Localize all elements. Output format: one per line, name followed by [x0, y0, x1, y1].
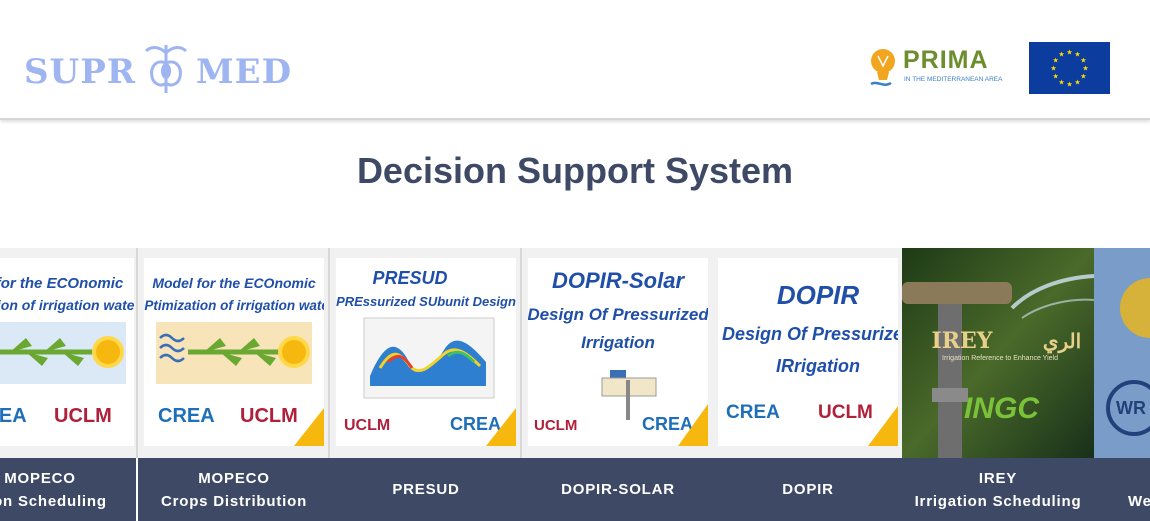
- eu-star-icon: ★: [1080, 73, 1086, 81]
- uclm-logo-text: UCLM: [818, 402, 873, 423]
- uclm-logo-text: UCLM: [54, 405, 112, 427]
- prima-wordmark: PRIMA: [903, 46, 989, 74]
- logo-text-right: MED: [196, 52, 293, 92]
- card-image-subtitle: ptimization of irrigation water: [0, 297, 134, 313]
- card-image[interactable]: IREY الري Irrigation Reference to Enhanc…: [902, 248, 1094, 458]
- card-image[interactable]: PRESUD PREssurized SUbunit Design UCLM C…: [330, 248, 522, 458]
- card-label-line1: PRESUD: [392, 481, 460, 498]
- eu-star-icon: ★: [1053, 73, 1059, 81]
- eu-star-icon: ★: [1066, 81, 1072, 89]
- eu-star-icon: ★: [1058, 51, 1064, 59]
- card-label-line1: DOPIR: [782, 481, 834, 498]
- card-dopir-solar[interactable]: DOPIR-Solar Design Of Pressurized Irriga…: [522, 248, 714, 521]
- uclm-logo-text: UCLM: [240, 405, 298, 427]
- card-presud[interactable]: PRESUD PREssurized SUbunit Design UCLM C…: [330, 248, 522, 521]
- crea-logo-text: CREA: [0, 405, 27, 427]
- card-image-title: odel for the ECOnomic: [0, 275, 124, 292]
- crea-logo-text: CREA: [642, 414, 693, 434]
- wr-logo-text: WR: [1116, 398, 1146, 418]
- eu-star-icon: ★: [1058, 78, 1064, 86]
- card-label-line2: Crops Distribution: [160, 492, 308, 510]
- card-image-title: Model for the ECOnomic: [152, 275, 316, 291]
- lightbulb-icon: [869, 48, 899, 93]
- card-image-subtitle: PREssurized SUbunit Design: [336, 294, 516, 309]
- page-title: Decision Support System: [356, 150, 794, 191]
- uclm-logo-text: UCLM: [344, 417, 390, 434]
- card-label-line1: MOPECO: [198, 469, 270, 487]
- site-header: SUPR MED PRIMA IN THE MEDITERRANEAN AREA…: [0, 0, 1150, 120]
- eu-flag-icon[interactable]: ★ ★★★★★★★★★★★: [1029, 42, 1110, 94]
- wheat-drop-icon: [142, 41, 190, 104]
- card-image-title: IREY: [931, 328, 992, 354]
- card-irey[interactable]: IREY الري Irrigation Reference to Enhanc…: [902, 248, 1094, 521]
- card-mopeco-scheduling[interactable]: odel for the ECOnomic ptimization of irr…: [0, 248, 136, 521]
- card-label[interactable]: MOPECO ation Scheduling: [0, 458, 136, 521]
- card-label-line2: ation Scheduling: [0, 492, 107, 510]
- card-image[interactable]: DOPIR-Solar Design Of Pressurized Irriga…: [522, 248, 714, 458]
- crea-logo-text: CREA: [158, 405, 215, 427]
- card-label[interactable]: PRESUD: [330, 458, 522, 521]
- prima-logo[interactable]: PRIMA IN THE MEDITERRANEAN AREA: [869, 44, 1003, 93]
- card-dopir[interactable]: DOPIR Design Of Pressurized IRrigation C…: [712, 248, 904, 521]
- card-image[interactable]: odel for the ECOnomic ptimization of irr…: [0, 248, 136, 458]
- card-image[interactable]: DOPIR Design Of Pressurized IRrigation C…: [712, 248, 904, 458]
- card-image[interactable]: Model for the ECOnomic OPtimization of i…: [138, 248, 330, 458]
- card-image-subtitle-2: Irrigation: [581, 333, 655, 352]
- card-image-arabic-title: الري: [1043, 331, 1081, 354]
- card-label[interactable]: MOPECO Crops Distribution: [138, 458, 330, 521]
- logo-text-left: SUPR: [24, 52, 137, 92]
- card-label-line1: DOPIR-SOLAR: [561, 481, 675, 498]
- card-image-subtitle: OPtimization of irrigation water: [144, 298, 324, 313]
- card-partial-right[interactable]: WR We: [1094, 248, 1150, 521]
- card-image-title: PRESUD: [372, 268, 447, 288]
- card-image-subtitle-2: IRrigation: [776, 356, 860, 376]
- card-mopeco-crops[interactable]: Model for the ECOnomic OPtimization of i…: [138, 248, 330, 521]
- eu-star-icon: ★: [1080, 57, 1086, 65]
- irrigation-sprinkler-photo: IREY الري Irrigation Reference to Enhanc…: [902, 248, 1094, 458]
- card-image-title: DOPIR-Solar: [552, 268, 685, 293]
- card-label[interactable]: IREY Irrigation Scheduling: [902, 458, 1094, 521]
- card-label[interactable]: DOPIR: [712, 458, 904, 521]
- card-image[interactable]: WR: [1094, 248, 1150, 458]
- card-image-subtitle: Design Of Pressurized: [722, 324, 898, 344]
- card-image-tagline: Irrigation Reference to Enhance Yield: [942, 355, 1058, 362]
- card-label[interactable]: DOPIR-SOLAR: [522, 458, 714, 521]
- card-label[interactable]: We: [1094, 458, 1150, 521]
- card-label-line1: IREY: [978, 469, 1018, 487]
- crea-logo-text: CREA: [726, 402, 780, 423]
- eu-star-icon: ★: [1050, 65, 1056, 73]
- eu-star-icon: ★: [1082, 65, 1088, 73]
- eu-star-icon: ★: [1066, 49, 1072, 57]
- card-label-line1: MOPECO: [4, 469, 76, 487]
- card-image-title: DOPIR: [777, 280, 860, 310]
- supremed-logo[interactable]: SUPR MED: [24, 44, 292, 100]
- tools-carousel[interactable]: odel for the ECOnomic ptimization of irr…: [0, 248, 1150, 521]
- card-image-subtitle: Design Of Pressurized: [528, 305, 708, 324]
- eu-star-icon: ★: [1074, 78, 1080, 86]
- uclm-logo-text: UCLM: [534, 417, 577, 434]
- card-label-line2: Irrigation Scheduling: [914, 492, 1082, 510]
- ingc-logo-text: INGC: [964, 392, 1040, 425]
- wr-logo-image: WR: [1094, 248, 1150, 458]
- card-label-line1: We: [1128, 493, 1150, 510]
- prima-tagline: IN THE MEDITERRANEAN AREA: [904, 76, 1003, 83]
- crea-logo-text: CREA: [450, 414, 501, 434]
